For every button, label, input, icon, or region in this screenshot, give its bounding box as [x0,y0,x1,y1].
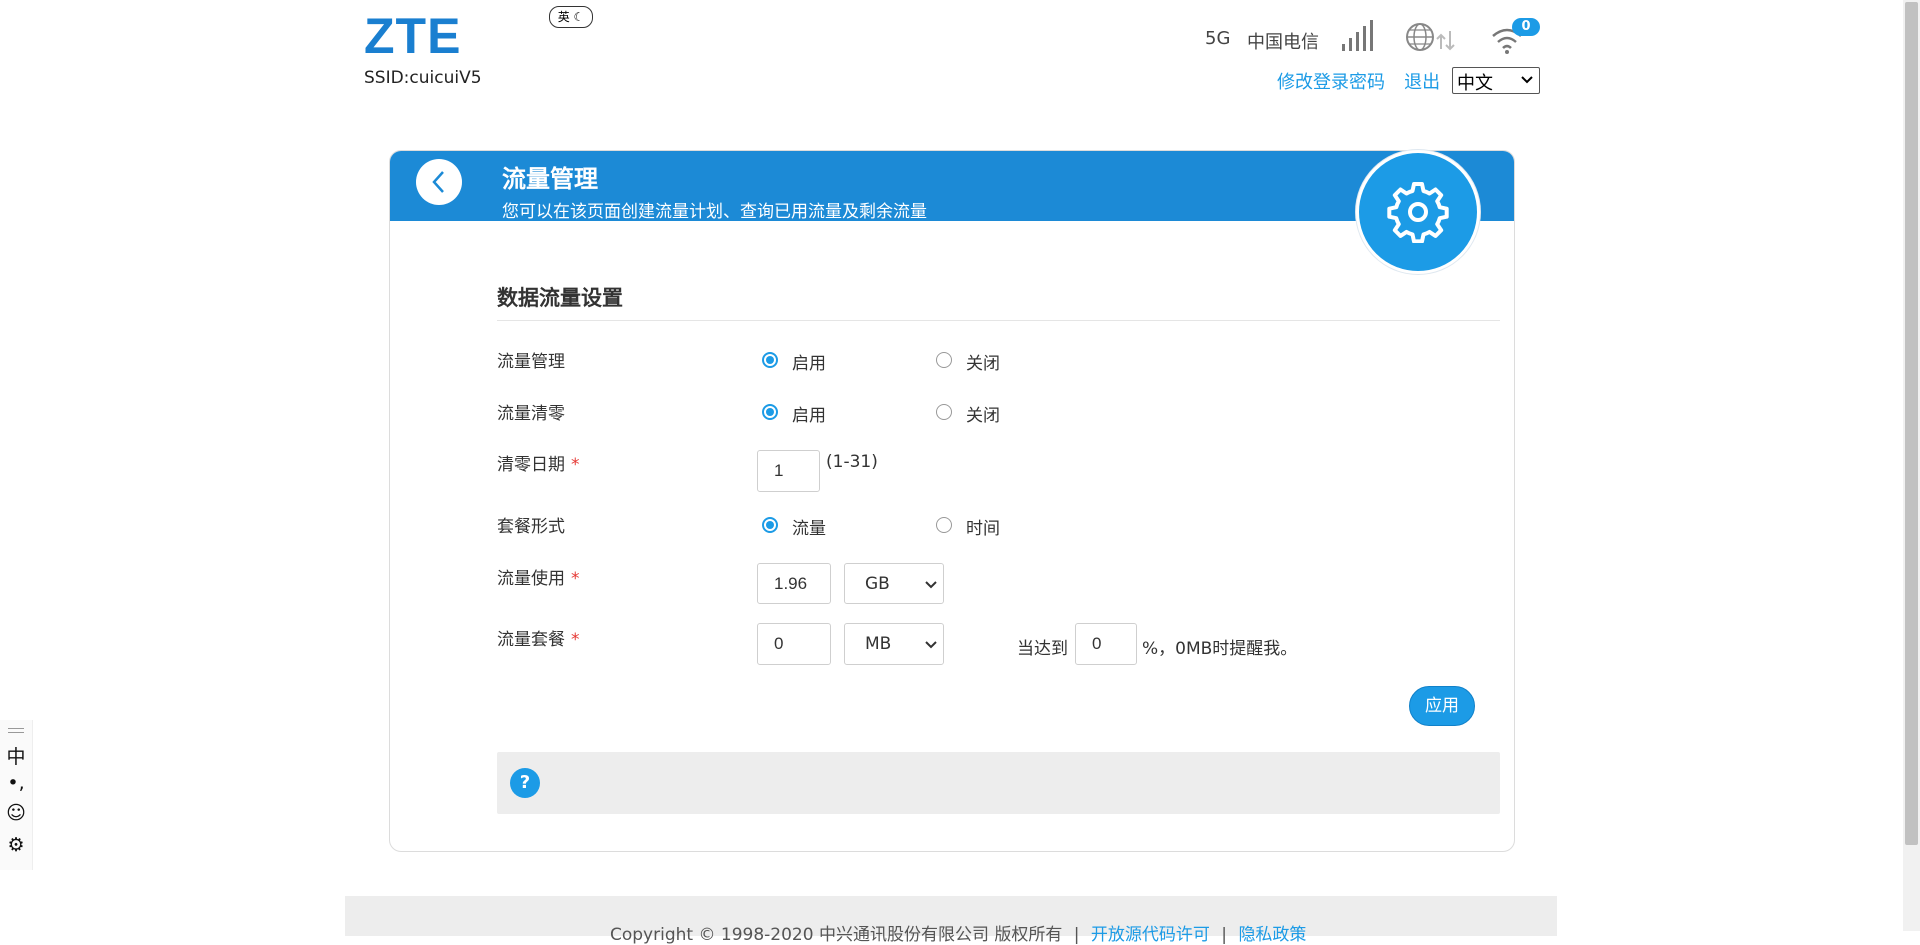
required-marker: * [571,569,580,589]
plan-type-traffic-text: 流量 [792,519,826,539]
open-source-link[interactable]: 开放源代码许可 [1091,925,1210,945]
operator-name: 中国电信 [1247,32,1319,53]
reset-date-input[interactable] [757,450,820,492]
alert-threshold-input[interactable] [1075,623,1137,665]
plan-unit-value: MB [865,634,892,654]
traffic-reset-enable-text: 启用 [792,406,826,426]
traffic-mgmt-disable-text: 关闭 [966,354,1000,374]
chevron-down-icon [1521,76,1533,84]
back-button[interactable] [416,159,462,205]
plan-type-time-radio[interactable] [936,517,952,533]
traffic-mgmt-enable-text: 启用 [792,354,826,374]
plan-unit-select[interactable]: MB [844,623,944,665]
ssid-label: SSID:cuicuiV5 [364,68,482,88]
traffic-reset-label: 流量清零 [497,404,565,424]
plan-label-text: 流量套餐 [497,630,565,650]
internet-globe-icon [1406,23,1455,51]
signal-strength-icon [1342,20,1373,51]
punctuation-toggle[interactable]: •, [0,772,32,794]
page-title: 流量管理 [502,165,598,193]
usage-unit-select[interactable]: GB [844,563,944,604]
copyright-text: Copyright © 1998-2020 中兴通讯股份有限公司 版权所有 [610,925,1063,945]
emoji-icon[interactable]: ☺ [0,802,32,824]
gear-icon [1387,182,1449,243]
ime-mode-toggle[interactable]: 中 [0,742,32,769]
traffic-reset-disable-text: 关闭 [966,406,1000,426]
language-select-value: 中文 [1457,73,1493,94]
panel-header: 流量管理 您可以在该页面创建流量计划、查询已用流量及剩余流量 [390,151,1514,222]
reset-date-label: 清零日期 * [497,450,580,475]
section-divider [497,320,1500,321]
plan-type-label: 套餐形式 [497,517,565,537]
traffic-mgmt-label: 流量管理 [497,352,565,372]
traffic-reset-enable-radio[interactable] [762,404,778,420]
plan-input[interactable] [757,623,831,665]
ime-toolbar: 中 •, ☺ ⚙ [0,720,33,870]
language-select[interactable]: 中文 [1452,67,1540,94]
usage-input[interactable] [757,563,831,604]
reset-date-label-text: 清零日期 [497,455,565,475]
drag-handle-icon[interactable] [8,728,24,729]
traffic-mgmt-enable-radio[interactable] [762,352,778,368]
chevron-down-icon [925,581,937,589]
help-box [497,752,1500,814]
required-marker: * [571,455,580,475]
wifi-client-count-badge: 0 [1512,18,1540,36]
traffic-mgmt-disable-radio[interactable] [936,352,952,368]
traffic-management-panel: 流量管理 您可以在该页面创建流量计划、查询已用流量及剩余流量 [389,150,1515,852]
footer-separator: | [1073,925,1080,945]
privacy-link[interactable]: 隐私政策 [1238,925,1306,945]
usage-label-text: 流量使用 [497,569,565,589]
change-password-link[interactable]: 修改登录密码 [1277,72,1385,93]
plan-type-time-text: 时间 [966,519,1000,539]
reset-date-range: (1-31) [826,452,878,472]
apply-button[interactable]: 应用 [1409,686,1475,726]
section-title: 数据流量设置 [497,286,623,310]
zte-logo: ZTE [364,8,462,64]
logout-link[interactable]: 退出 [1404,72,1440,93]
chevron-down-icon [925,641,937,649]
help-icon[interactable]: ? [510,768,540,798]
plan-type-traffic-radio[interactable] [762,517,778,533]
required-marker: * [571,630,580,650]
page-subtitle: 您可以在该页面创建流量计划、查询已用流量及剩余流量 [502,202,927,222]
alert-suffix: %，0MB时提醒我。 [1142,639,1298,659]
alert-prefix: 当达到 [1017,639,1068,659]
traffic-reset-disable-radio[interactable] [936,404,952,420]
usage-unit-value: GB [865,574,890,594]
usage-label: 流量使用 * [497,564,580,589]
plan-label: 流量套餐 * [497,625,580,650]
scrollbar-thumb[interactable] [1905,2,1918,845]
ime-settings-icon[interactable]: ⚙ [0,834,32,856]
header-links: 修改登录密码 退出 [1277,68,1440,94]
network-type: 5G [1205,28,1231,49]
ime-status-badge[interactable]: 英 ☾ [549,6,593,28]
chevron-left-icon [432,171,444,193]
footer-text: Copyright © 1998-2020 中兴通讯股份有限公司 版权所有 | … [610,920,1306,945]
footer-separator: | [1221,925,1228,945]
settings-badge [1356,150,1480,274]
drag-handle-icon[interactable] [8,732,24,733]
